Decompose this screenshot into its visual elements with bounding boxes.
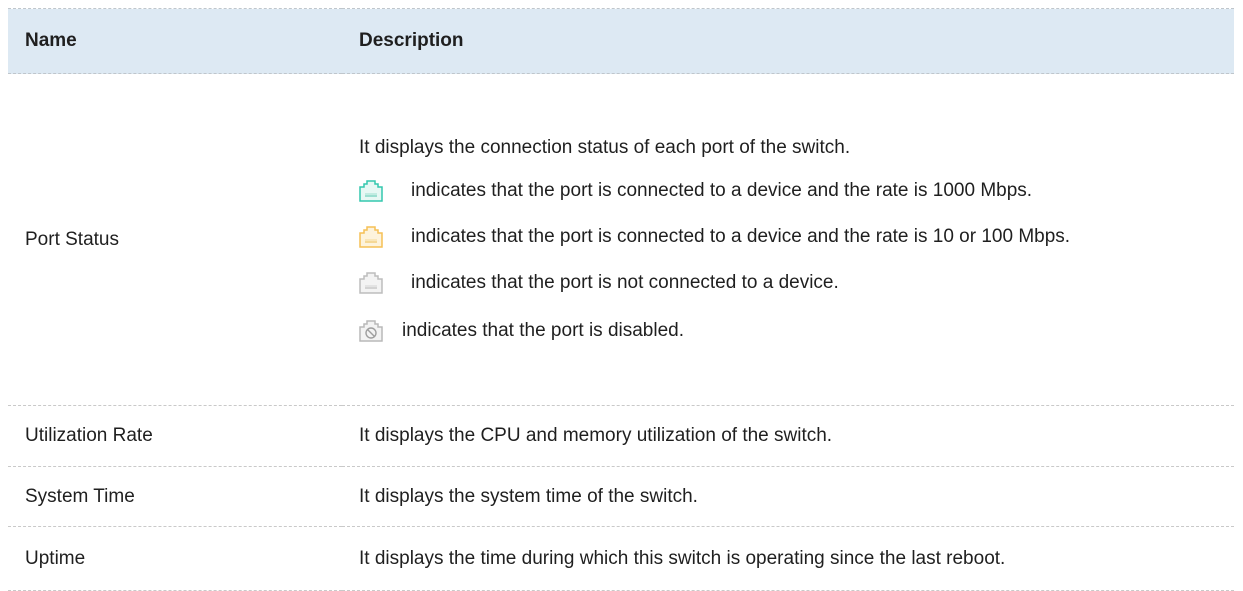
table-row-port-status: Port Status It displays the connection s… <box>8 73 1234 406</box>
header-description: Description <box>342 8 1234 74</box>
port-status-intro: It displays the connection status of eac… <box>359 136 851 158</box>
port-status-item-text: indicates that the port is not connected… <box>411 271 839 293</box>
row-name: Utilization Rate <box>8 405 342 467</box>
table-row-utilization-rate: Utilization Rate It displays the CPU and… <box>8 405 1234 467</box>
port-status-item: indicates that the port is connected to … <box>359 174 1234 208</box>
header-row: Name Description <box>8 8 1234 74</box>
port-status-item: indicates that the port is connected to … <box>359 220 1234 254</box>
row-description: It displays the time during which this s… <box>342 526 1234 591</box>
port-status-item: indicates that the port is disabled. <box>359 314 1234 348</box>
port-status-item-text: indicates that the port is disabled. <box>402 319 685 341</box>
row-name: Port Status <box>8 73 342 406</box>
port-disabled-icon <box>359 319 383 342</box>
port-status-item-text: indicates that the port is connected to … <box>411 179 1033 201</box>
port-1000m-icon <box>359 179 383 202</box>
header-name: Name <box>8 8 342 74</box>
row-description: It displays the system time of the switc… <box>342 466 1234 527</box>
row-name: System Time <box>8 466 342 527</box>
table-row-uptime: Uptime It displays the time during which… <box>8 526 1234 591</box>
port-disconnected-icon <box>359 271 383 294</box>
port-info-table: Name Description Port Status It displays… <box>8 8 1234 591</box>
row-description: It displays the connection status of eac… <box>342 73 1234 406</box>
table-row-system-time: System Time It displays the system time … <box>8 466 1234 527</box>
port-status-item: indicates that the port is not connected… <box>359 266 1234 300</box>
port-10-100m-icon <box>359 225 383 248</box>
table-header: Name Description <box>8 8 1234 74</box>
row-description: It displays the CPU and memory utilizati… <box>342 405 1234 467</box>
row-name: Uptime <box>8 526 342 591</box>
port-status-item-text: indicates that the port is connected to … <box>411 225 1071 247</box>
